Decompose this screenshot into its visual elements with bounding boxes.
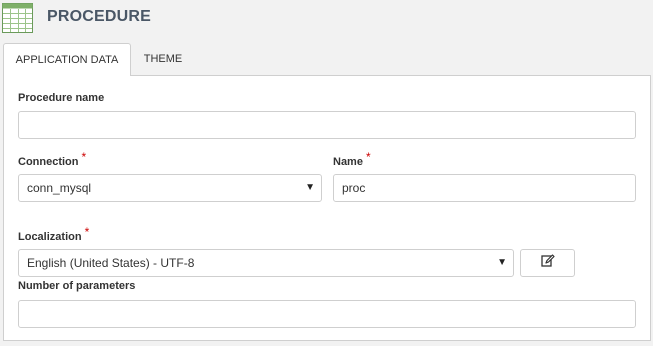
number-of-parameters-input[interactable]: [18, 300, 636, 328]
required-mark: *: [365, 150, 371, 164]
procedure-name-label: Procedure name: [18, 92, 105, 104]
localization-select[interactable]: English (United States) - UTF-8 ▼: [18, 249, 514, 277]
required-mark: *: [81, 150, 87, 164]
tab-theme[interactable]: THEME: [131, 43, 195, 76]
procedure-name-input[interactable]: [18, 111, 636, 139]
connection-select[interactable]: conn_mysql ▼: [18, 174, 322, 202]
localization-label: Localization *: [18, 225, 90, 243]
tab-bar: APPLICATION DATA THEME: [0, 43, 653, 76]
tab-application-data[interactable]: APPLICATION DATA: [3, 43, 131, 76]
form-panel: Procedure name Connection * conn_mysql ▼ …: [3, 75, 651, 341]
required-mark: *: [84, 225, 90, 239]
number-of-parameters-label: Number of parameters: [18, 280, 136, 292]
name-input[interactable]: proc: [333, 174, 636, 202]
name-label: Name *: [333, 150, 371, 168]
page-title: PROCEDURE: [47, 8, 152, 25]
page-header: PROCEDURE: [0, 0, 653, 36]
connection-label: Connection *: [18, 150, 87, 168]
edit-localization-button[interactable]: [520, 249, 575, 277]
dropdown-arrow-icon: ▼: [305, 182, 315, 193]
dropdown-arrow-icon: ▼: [497, 257, 507, 268]
edit-icon: [540, 254, 555, 272]
spreadsheet-icon: [2, 3, 33, 33]
